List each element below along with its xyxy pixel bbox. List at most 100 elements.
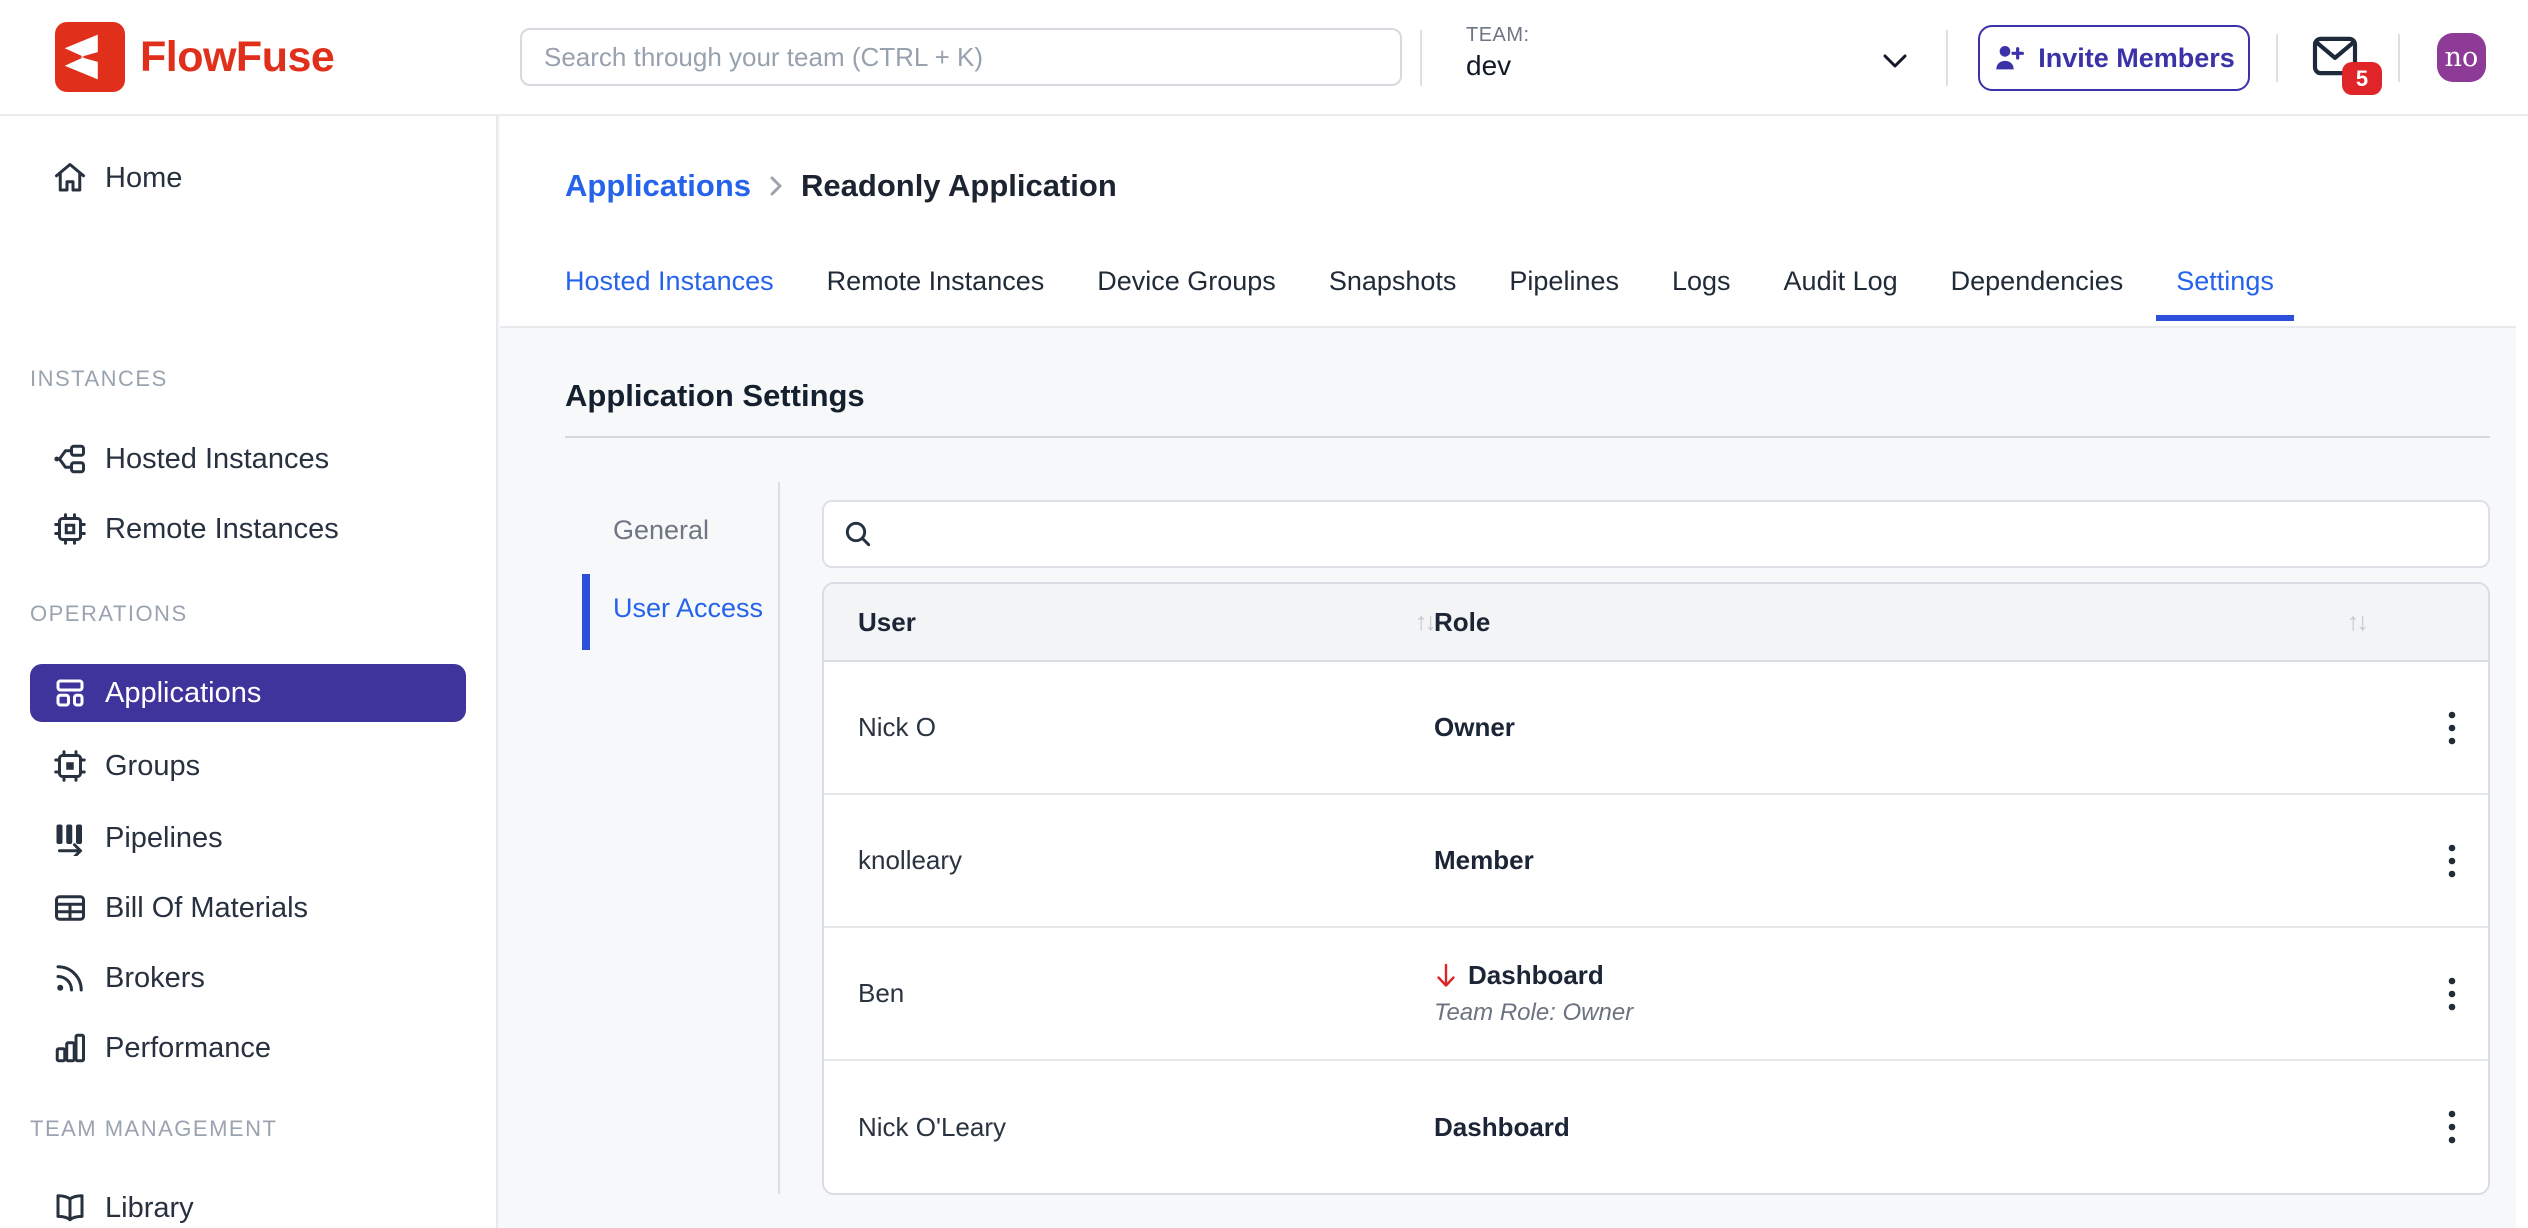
- user-search-input[interactable]: [888, 502, 2488, 566]
- sort-icon[interactable]: ↑↓: [2347, 608, 2366, 637]
- sidebar-section-operations: OPERATIONS: [30, 601, 188, 627]
- sidebar-item-label: Bill Of Materials: [105, 892, 308, 925]
- sidebar-item-label: Pipelines: [105, 822, 223, 855]
- sidebar-item-label: Groups: [105, 750, 200, 783]
- user-name: Nick O: [824, 712, 1434, 743]
- tab-remote-instances[interactable]: Remote Instances: [827, 266, 1045, 321]
- flowfuse-wordmark: FlowFuse: [140, 33, 334, 82]
- subnav-divider: [778, 482, 780, 1194]
- tab-hosted-instances[interactable]: Hosted Instances: [565, 266, 774, 321]
- table-icon: [52, 890, 88, 926]
- sidebar-section-team-management: TEAM MANAGEMENT: [30, 1116, 277, 1142]
- team-name[interactable]: dev: [1466, 50, 1511, 82]
- breadcrumb-separator-icon: [767, 172, 785, 200]
- bar-chart-icon: [52, 1030, 88, 1066]
- user-plus-icon: [1993, 43, 2025, 73]
- rss-icon: [52, 960, 88, 996]
- header-divider: [2276, 34, 2278, 82]
- home-icon: [52, 160, 88, 196]
- tab-pipelines[interactable]: Pipelines: [1509, 266, 1619, 321]
- row-menu-button[interactable]: [2416, 843, 2488, 879]
- sidebar-item-performance[interactable]: Performance: [30, 1019, 466, 1077]
- subnav-item-user-access[interactable]: User Access: [613, 593, 763, 624]
- sidebar-section-instances: INSTANCES: [30, 366, 168, 392]
- subnav-active-indicator: [582, 574, 590, 650]
- user-search-box: [822, 500, 2490, 568]
- row-menu-button[interactable]: [2416, 976, 2488, 1012]
- tab-device-groups[interactable]: Device Groups: [1097, 266, 1276, 321]
- tab-logs[interactable]: Logs: [1672, 266, 1731, 321]
- scrollbar-track[interactable]: [2516, 116, 2528, 1228]
- table-header-row: User ↑↓ Role ↑↓: [824, 584, 2488, 662]
- sidebar-item-label: Hosted Instances: [105, 443, 329, 476]
- column-header-user[interactable]: User: [858, 607, 916, 638]
- tab-settings[interactable]: Settings: [2156, 266, 2294, 321]
- chevron-down-icon[interactable]: [1880, 50, 1910, 77]
- tab-audit-log[interactable]: Audit Log: [1784, 266, 1898, 321]
- top-header: FlowFuse TEAM: dev Invite Members 5 no: [0, 0, 2528, 116]
- header-divider: [1420, 30, 1422, 86]
- sidebar-item-label: Brokers: [105, 962, 205, 995]
- subnav-item-general[interactable]: General: [613, 515, 709, 546]
- row-menu-button[interactable]: [2416, 1109, 2488, 1145]
- kebab-menu-icon: [2447, 1109, 2457, 1145]
- sidebar-item-applications[interactable]: Applications: [30, 664, 466, 722]
- team-label: TEAM:: [1466, 24, 1530, 47]
- tab-dependencies[interactable]: Dependencies: [1951, 266, 2124, 321]
- sidebar-item-label: Home: [105, 162, 182, 195]
- layout-icon: [52, 675, 88, 711]
- search-icon: [842, 518, 874, 550]
- tab-snapshots[interactable]: Snapshots: [1329, 266, 1457, 321]
- pipelines-icon: [52, 820, 88, 856]
- invite-members-button[interactable]: Invite Members: [1978, 25, 2250, 91]
- section-title: Application Settings: [565, 378, 865, 414]
- sidebar-item-library[interactable]: Library: [30, 1179, 466, 1228]
- kebab-menu-icon: [2447, 843, 2457, 879]
- user-name: knolleary: [824, 845, 1434, 876]
- column-header-role[interactable]: Role: [1434, 607, 1490, 638]
- kebab-menu-icon: [2447, 976, 2457, 1012]
- sidebar-item-home[interactable]: Home: [30, 149, 466, 207]
- table-row: Nick O'Leary Dashboard: [824, 1061, 2488, 1193]
- team-role-note: Team Role: Owner: [1434, 999, 2416, 1027]
- row-menu-button[interactable]: [2416, 710, 2488, 746]
- kebab-menu-icon: [2447, 710, 2457, 746]
- sort-icon[interactable]: ↑↓: [1415, 608, 1434, 637]
- role-override-arrow-icon: [1434, 962, 1458, 990]
- user-name: Ben: [824, 978, 1434, 1009]
- user-role: Member: [1434, 845, 2416, 876]
- user-avatar[interactable]: no: [2437, 33, 2486, 82]
- sidebar-item-remote-instances[interactable]: Remote Instances: [30, 500, 466, 558]
- notification-count-badge: 5: [2342, 62, 2382, 95]
- nodes-icon: [52, 441, 88, 477]
- user-access-table: User ↑↓ Role ↑↓ Nick O Owner knolleary M…: [822, 582, 2490, 1195]
- header-divider: [1946, 30, 1948, 86]
- table-row: Nick O Owner: [824, 662, 2488, 795]
- breadcrumb-applications-link[interactable]: Applications: [565, 168, 751, 204]
- sidebar-item-label: Library: [105, 1192, 194, 1225]
- sidebar-item-hosted-instances[interactable]: Hosted Instances: [30, 430, 466, 488]
- user-role: Dashboard: [1468, 960, 1604, 991]
- sidebar-item-bill-of-materials[interactable]: Bill Of Materials: [30, 879, 466, 937]
- section-divider: [565, 436, 2490, 438]
- book-icon: [52, 1190, 88, 1226]
- sidebar-item-label: Performance: [105, 1032, 271, 1065]
- chip-icon: [52, 511, 88, 547]
- sidebar-nav: Home INSTANCES Hosted Instances Remote I…: [0, 116, 498, 1228]
- table-row: Ben Dashboard Team Role: Owner: [824, 928, 2488, 1061]
- notifications-button[interactable]: 5: [2312, 36, 2382, 98]
- page-title: Readonly Application: [801, 168, 1117, 204]
- application-tabs: Hosted Instances Remote Instances Device…: [565, 266, 2274, 321]
- user-role: Dashboard: [1434, 1112, 2416, 1143]
- header-divider: [2398, 34, 2400, 82]
- sidebar-item-groups[interactable]: Groups: [30, 737, 466, 795]
- user-role: Owner: [1434, 712, 2416, 743]
- sidebar-item-brokers[interactable]: Brokers: [30, 949, 466, 1007]
- chip-solid-icon: [52, 748, 88, 784]
- global-search-input[interactable]: [520, 28, 1402, 86]
- flowfuse-logo-icon: [55, 22, 125, 92]
- flowfuse-logo[interactable]: FlowFuse: [55, 22, 334, 92]
- user-name: Nick O'Leary: [824, 1112, 1434, 1143]
- breadcrumb: Applications Readonly Application: [565, 168, 1117, 204]
- sidebar-item-pipelines[interactable]: Pipelines: [30, 809, 466, 867]
